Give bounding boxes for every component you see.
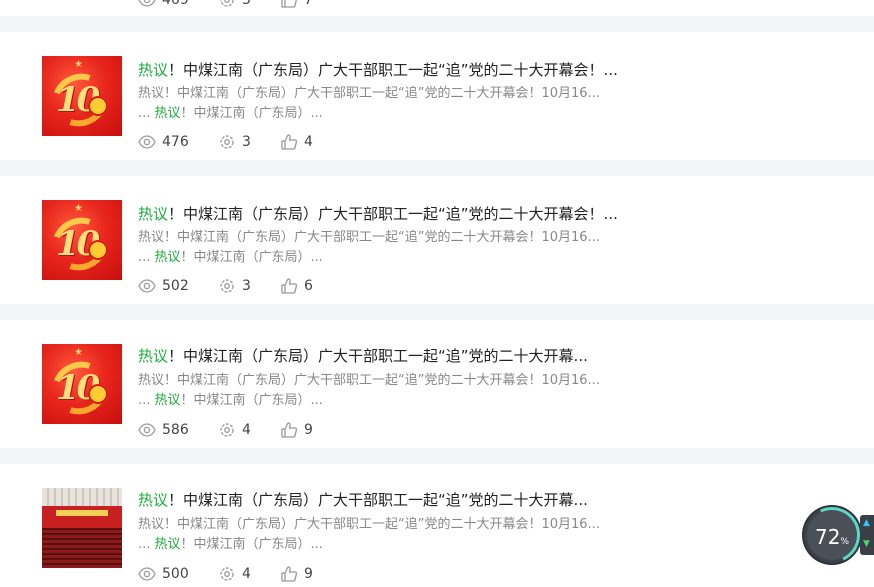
eye-icon [138, 135, 156, 149]
share-gear-icon [220, 567, 234, 581]
article-summary: 热议！中煤江南（广东局）广大干部职工一起“追”党的二十大开幕会！10月16... [138, 230, 600, 245]
article-thumbnail[interactable] [42, 488, 122, 568]
share-gear-icon [220, 135, 234, 149]
likes-stat[interactable]: 4 [280, 133, 313, 151]
article-summary-line2: ... 热议！中煤江南（广东局）... [138, 106, 323, 121]
eye-icon [138, 423, 156, 437]
eye-icon [138, 279, 156, 293]
shares-count: 4 [242, 422, 251, 438]
star-icon: ★ [74, 59, 83, 70]
views-stat: 476 [138, 133, 218, 151]
shares-stat: 3 [218, 277, 280, 295]
article-thumbnail[interactable]: ★ 10 [42, 56, 122, 136]
shares-stat: 3 [218, 133, 280, 151]
thumbs-up-icon [281, 278, 298, 294]
likes-stat[interactable]: 9 [280, 565, 313, 583]
shares-count: 3 [242, 278, 251, 294]
eye-icon [138, 0, 156, 7]
shares-stat: 4 [218, 421, 280, 439]
likes-count: 4 [304, 134, 313, 150]
article-stats: 500 4 9 [138, 564, 313, 584]
article-summary-line2: ... 热议！中煤江南（广东局）... [138, 393, 323, 408]
shares-count: 3 [242, 134, 251, 150]
speed-widget[interactable]: 72% ▲ ▼ [796, 499, 874, 571]
views-stat: 500 [138, 565, 218, 583]
likes-count: 9 [304, 422, 313, 438]
likes-stat[interactable]: 7 [280, 0, 313, 9]
article-title[interactable]: 热议！中煤江南（广东局）广大干部职工一起“追”党的二十大开幕会！... [138, 204, 618, 224]
thumbs-up-icon [281, 422, 298, 438]
article-card-partial[interactable]: 469 3 7 [0, 0, 874, 16]
download-arrow-icon: ▼ [863, 539, 870, 549]
share-gear-icon [220, 0, 234, 7]
views-count: 586 [162, 422, 189, 438]
article-stats: 502 3 6 [138, 276, 313, 296]
share-gear-icon [220, 423, 234, 437]
article-title[interactable]: 热议！中煤江南（广东局）广大干部职工一起“追”党的二十大开幕... [138, 490, 588, 510]
shares-count: 4 [242, 566, 251, 582]
views-count: 502 [162, 278, 189, 294]
likes-count: 6 [304, 278, 313, 294]
views-count: 476 [162, 134, 189, 150]
share-gear-icon [220, 279, 234, 293]
views-stat: 469 [138, 0, 218, 9]
shares-stat: 3 [218, 0, 280, 9]
views-count: 469 [162, 0, 189, 8]
percentage-readout: 72% [814, 525, 849, 549]
article-stats: 586 4 9 [138, 420, 313, 440]
article-summary-line2: ... 热议！中煤江南（广东局）... [138, 537, 323, 552]
article-thumbnail[interactable]: ★ 10 [42, 200, 122, 280]
likes-stat[interactable]: 6 [280, 277, 313, 295]
eye-icon [138, 567, 156, 581]
thumbs-up-icon [281, 0, 297, 8]
article-title[interactable]: 热议！中煤江南（广东局）广大干部职工一起“追”党的二十大开幕会！... [138, 60, 618, 80]
star-icon: ★ [74, 203, 83, 214]
thumbs-up-icon [281, 566, 298, 582]
likes-stat[interactable]: 9 [280, 421, 313, 439]
shares-count: 3 [242, 0, 251, 8]
article-stats: 476 3 4 [138, 132, 313, 152]
article-summary-line2: ... 热议！中煤江南（广东局）... [138, 250, 323, 265]
speed-side-tab[interactable]: ▲ ▼ [860, 515, 874, 555]
article-summary: 热议！中煤江南（广东局）广大干部职工一起“追”党的二十大开幕会！10月16... [138, 373, 600, 388]
upload-arrow-icon: ▲ [863, 518, 870, 528]
views-stat: 502 [138, 277, 218, 295]
shares-stat: 4 [218, 565, 280, 583]
article-stats: 469 3 7 [138, 0, 313, 10]
article-card[interactable]: ★ 10 热议！中煤江南（广东局）广大干部职工一起“追”党的二十大开幕会！...… [0, 32, 874, 160]
article-thumbnail[interactable]: ★ 10 [42, 344, 122, 424]
views-stat: 586 [138, 421, 218, 439]
percentage-gauge[interactable]: 72% [796, 499, 868, 571]
article-title[interactable]: 热议！中煤江南（广东局）广大干部职工一起“追”党的二十大开幕... [138, 346, 588, 366]
article-card[interactable]: ★ 10 热议！中煤江南（广东局）广大干部职工一起“追”党的二十大开幕... 热… [0, 320, 874, 448]
likes-count: 9 [304, 566, 313, 582]
thumbs-up-icon [281, 134, 298, 150]
star-icon: ★ [74, 347, 83, 358]
article-card[interactable]: 热议！中煤江南（广东局）广大干部职工一起“追”党的二十大开幕... 热议！中煤江… [0, 464, 874, 587]
article-card[interactable]: ★ 10 热议！中煤江南（广东局）广大干部职工一起“追”党的二十大开幕会！...… [0, 176, 874, 304]
article-summary: 热议！中煤江南（广东局）广大干部职工一起“追”党的二十大开幕会！10月16... [138, 86, 600, 101]
article-summary: 热议！中煤江南（广东局）广大干部职工一起“追”党的二十大开幕会！10月16... [138, 517, 600, 532]
views-count: 500 [162, 566, 189, 582]
likes-count: 7 [304, 0, 313, 8]
